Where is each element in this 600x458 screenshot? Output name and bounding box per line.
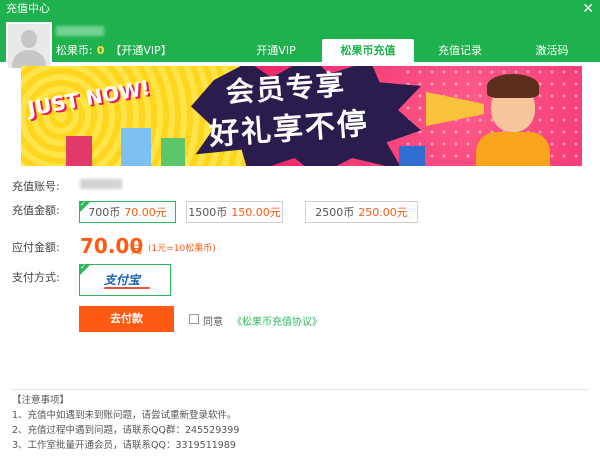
mascot-body bbox=[476, 132, 550, 166]
pay-button[interactable]: 去付款 bbox=[79, 306, 174, 332]
amount-label: 充值金额: bbox=[12, 204, 60, 217]
gift-bag-icon bbox=[66, 136, 92, 166]
amount-coins: 700币 bbox=[88, 206, 121, 219]
exchange-rate-note: (1元=10松果币) bbox=[148, 244, 216, 254]
open-vip-link[interactable]: 【开通VIP】 bbox=[110, 44, 171, 57]
close-icon[interactable]: ✕ bbox=[582, 0, 594, 18]
notes-section: 【注意事项】 1、充值中如遇到未到账问题，请尝试重新登录软件。 2、充值过程中遇… bbox=[12, 393, 239, 453]
coin-balance: 松果币: 0 【开通VIP】 bbox=[56, 42, 172, 58]
account-value-redacted bbox=[80, 179, 122, 189]
payment-method-alipay[interactable]: 支付宝 bbox=[79, 263, 171, 296]
notes-item: 2、充值过程中遇到问题，请联系QQ群：245529399 bbox=[12, 425, 240, 436]
mascot-hair bbox=[487, 74, 539, 98]
tab-open-vip[interactable]: 开通VIP bbox=[230, 39, 322, 62]
tab-activation-code[interactable]: 激活码 bbox=[506, 39, 598, 62]
avatar-head-icon bbox=[21, 30, 37, 48]
coin-balance-value: 0 bbox=[96, 44, 105, 57]
amount-option-1500[interactable]: 1500币 150.00元 bbox=[186, 201, 283, 223]
amount-option-2500[interactable]: 2500币 250.00元 bbox=[305, 201, 418, 223]
payable-label: 应付金额: bbox=[12, 241, 60, 254]
alipay-logo: 支付宝 bbox=[104, 273, 141, 287]
selected-check-icon bbox=[79, 263, 91, 276]
tab-bar: 开通VIP 松果币充值 充值记录 激活码 bbox=[230, 39, 598, 62]
amount-price: 70.00元 bbox=[124, 206, 167, 219]
amount-price: 150.00元 bbox=[231, 206, 281, 219]
amount-coins: 1500币 bbox=[188, 206, 228, 219]
amount-coins: 2500币 bbox=[315, 206, 355, 219]
divider bbox=[12, 389, 588, 390]
amount-price: 250.00元 bbox=[358, 206, 408, 219]
tab-coin-recharge[interactable]: 松果币充值 bbox=[322, 39, 414, 62]
notes-item: 3、工作室批量开通会员，请联系QQ：3319511989 bbox=[12, 440, 236, 451]
notes-item: 1、充值中如遇到未到账问题，请尝试重新登录软件。 bbox=[12, 410, 237, 421]
title-bar: 充值中心 ✕ bbox=[0, 0, 600, 18]
avatar[interactable] bbox=[6, 22, 52, 70]
agree-checkbox[interactable] bbox=[189, 314, 199, 324]
payable-unit: 元 bbox=[131, 243, 142, 256]
username-redacted bbox=[56, 26, 104, 36]
promo-banner[interactable]: JUST NOW! 会员专享 好礼享不停 bbox=[21, 66, 582, 166]
header: 松果币: 0 【开通VIP】 开通VIP 松果币充值 充值记录 激活码 bbox=[0, 18, 600, 70]
selected-check-icon bbox=[79, 200, 91, 213]
agreement-link[interactable]: 《松果币充值协议》 bbox=[232, 313, 322, 328]
notes-title: 【注意事项】 bbox=[12, 395, 70, 406]
gift-box-icon bbox=[399, 146, 425, 166]
payment-method-label: 支付方式: bbox=[12, 271, 60, 284]
tab-recharge-history[interactable]: 充值记录 bbox=[414, 39, 506, 62]
coin-balance-label: 松果币: bbox=[56, 44, 93, 57]
gift-bag-icon bbox=[161, 138, 185, 166]
window-title: 充值中心 bbox=[6, 2, 50, 15]
alipay-logo-underline bbox=[104, 287, 150, 289]
account-label: 充值账号: bbox=[12, 180, 60, 193]
gift-box-icon bbox=[121, 128, 151, 166]
amount-option-700[interactable]: 700币 70.00元 bbox=[79, 200, 176, 223]
agree-label: 同意 bbox=[203, 317, 223, 328]
